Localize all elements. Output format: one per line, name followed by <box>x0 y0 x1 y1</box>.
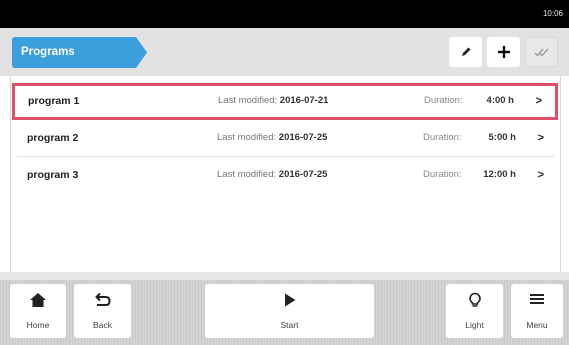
program-name: program 3 <box>27 169 79 181</box>
lightbulb-icon <box>468 292 481 307</box>
light-button[interactable]: Light <box>446 284 503 338</box>
screen: 10:06 Programs program 1 Last modified: … <box>0 0 569 345</box>
breadcrumb[interactable]: Programs <box>12 37 147 68</box>
program-duration: 5:00 h <box>488 132 516 143</box>
duration-label: Duration: <box>423 132 462 143</box>
chevron-right-icon: > <box>537 169 544 181</box>
home-button[interactable]: Home <box>10 284 66 338</box>
chevron-right-icon: > <box>535 95 542 107</box>
double-check-icon <box>534 48 549 57</box>
program-duration: 12:00 h <box>483 169 516 180</box>
chevron-right-icon: > <box>537 132 544 144</box>
home-icon <box>30 293 46 307</box>
pencil-icon <box>461 47 470 56</box>
back-label: Back <box>93 320 112 330</box>
program-last-modified: Last modified: 2016-07-25 <box>217 169 328 180</box>
status-bar: 10:06 <box>0 0 569 28</box>
menu-button[interactable]: Menu <box>511 284 563 338</box>
duration-label: Duration: <box>424 95 463 106</box>
program-last-modified: Last modified: 2016-07-21 <box>218 95 329 106</box>
program-row-1[interactable]: program 1 Last modified: 2016-07-21 Dura… <box>12 83 558 120</box>
home-label: Home <box>26 320 50 330</box>
back-arrow-icon <box>94 292 111 306</box>
toolbar-top-strip <box>0 272 569 280</box>
program-last-modified: Last modified: 2016-07-25 <box>217 132 328 143</box>
status-time: 10:06 <box>542 9 563 18</box>
program-duration: 4:00 h <box>486 95 514 106</box>
add-button[interactable] <box>487 37 520 67</box>
breadcrumb-label: Programs <box>21 46 75 58</box>
start-button[interactable]: Start <box>205 284 374 338</box>
back-button[interactable]: Back <box>74 284 131 338</box>
start-label: Start <box>280 320 299 330</box>
multi-select-button[interactable] <box>525 37 558 67</box>
edit-button[interactable] <box>449 37 482 67</box>
program-row-2[interactable]: program 2 Last modified: 2016-07-25 Dura… <box>11 120 560 157</box>
play-icon <box>284 293 295 307</box>
hamburger-menu-icon <box>530 294 544 304</box>
header-bar: Programs <box>0 28 569 76</box>
program-name: program 1 <box>28 95 80 107</box>
program-row-3[interactable]: program 3 Last modified: 2016-07-25 Dura… <box>11 157 560 194</box>
program-list: program 1 Last modified: 2016-07-21 Dura… <box>10 76 561 272</box>
program-name: program 2 <box>27 132 79 144</box>
light-label: Light <box>465 320 484 330</box>
plus-icon <box>497 46 510 58</box>
duration-label: Duration: <box>423 169 462 180</box>
menu-label: Menu <box>526 320 548 330</box>
